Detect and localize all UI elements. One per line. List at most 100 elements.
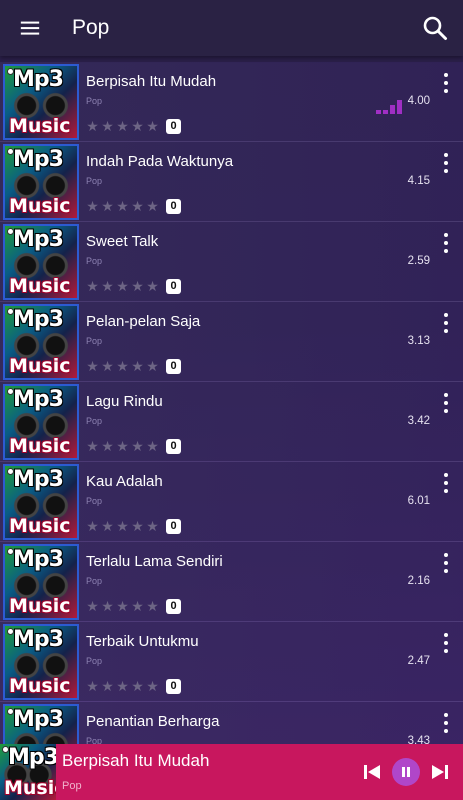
rating-stars[interactable]: ★ ★ ★ ★ ★ 0 — [85, 278, 181, 294]
rating-stars[interactable]: ★ ★ ★ ★ ★ 0 — [85, 358, 181, 374]
rating-star-icon[interactable]: ★ — [130, 278, 145, 294]
now-playing-title: Berpisah Itu Mudah — [62, 751, 210, 770]
more-options-icon[interactable] — [437, 630, 455, 656]
rating-star-icon[interactable]: ★ — [115, 358, 130, 374]
menu-icon — [20, 21, 40, 35]
song-list: Mp3 Music Berpisah Itu Mudah Pop ★ ★ ★ ★ ★ 0 4.00 M… — [0, 62, 463, 744]
pause-button[interactable] — [392, 758, 420, 786]
rating-count: 0 — [166, 278, 181, 294]
rating-star-icon[interactable]: ★ — [85, 198, 100, 214]
song-duration: 6.01 — [407, 495, 430, 507]
song-row[interactable]: Mp3 Music Indah Pada Waktunya Pop ★ ★ ★ ★ ★ 0 4.15 — [0, 142, 463, 222]
rating-stars[interactable]: ★ ★ ★ ★ ★ 0 — [85, 198, 181, 214]
rating-star-icon[interactable]: ★ — [145, 198, 160, 214]
now-playing-info: Berpisah Itu Mudah Pop — [56, 744, 355, 800]
album-art: Mp3Music — [3, 64, 79, 140]
search-button[interactable] — [407, 0, 463, 56]
rating-star-icon[interactable]: ★ — [115, 118, 130, 134]
song-row[interactable]: Mp3 Music Terlalu Lama Sendiri Pop ★ ★ ★ ★ ★ 0 2.1… — [0, 542, 463, 622]
rating-stars[interactable]: ★ ★ ★ ★ ★ 0 — [85, 118, 181, 134]
rating-star-icon[interactable]: ★ — [100, 438, 115, 454]
rating-star-icon[interactable]: ★ — [115, 598, 130, 614]
album-art: Mp3Music — [3, 624, 79, 700]
rating-star-icon[interactable]: ★ — [130, 598, 145, 614]
rating-star-icon[interactable]: ★ — [100, 518, 115, 534]
rating-star-icon[interactable]: ★ — [130, 358, 145, 374]
song-row[interactable]: Mp3Music Penantian BerhargaPop★★★★★03.43 — [0, 702, 463, 744]
rating-star-icon[interactable]: ★ — [100, 358, 115, 374]
rating-star-icon[interactable]: ★ — [85, 358, 100, 374]
next-button[interactable] — [423, 744, 457, 800]
rating-star-icon[interactable]: ★ — [145, 678, 160, 694]
skip-previous-icon — [364, 765, 380, 779]
song-genre: Pop — [86, 176, 103, 186]
rating-star-icon[interactable]: ★ — [145, 598, 160, 614]
rating-star-icon[interactable]: ★ — [85, 278, 100, 294]
song-genre: Pop — [86, 336, 103, 346]
album-art: Mp3Music — [3, 544, 79, 620]
rating-star-icon[interactable]: ★ — [85, 438, 100, 454]
rating-star-icon[interactable]: ★ — [145, 518, 160, 534]
rating-star-icon[interactable]: ★ — [145, 438, 160, 454]
rating-star-icon[interactable]: ★ — [85, 518, 100, 534]
more-options-icon[interactable] — [437, 710, 455, 736]
page-title: Pop — [72, 16, 110, 39]
album-art: Mp3Music — [3, 464, 79, 540]
album-art: Mp3Music — [3, 304, 79, 380]
rating-star-icon[interactable]: ★ — [115, 438, 130, 454]
album-art: Mp3Music — [3, 224, 79, 300]
menu-button[interactable] — [0, 0, 60, 56]
rating-count: 0 — [166, 438, 181, 454]
rating-star-icon[interactable]: ★ — [115, 278, 130, 294]
rating-star-icon[interactable]: ★ — [100, 198, 115, 214]
rating-star-icon[interactable]: ★ — [100, 118, 115, 134]
rating-star-icon[interactable]: ★ — [130, 198, 145, 214]
song-genre: Pop — [86, 656, 103, 666]
rating-star-icon[interactable]: ★ — [115, 518, 130, 534]
more-options-icon[interactable] — [437, 470, 455, 496]
more-options-icon[interactable] — [437, 310, 455, 336]
rating-star-icon[interactable]: ★ — [100, 678, 115, 694]
rating-stars[interactable]: ★ ★ ★ ★ ★ 0 — [85, 678, 181, 694]
song-row[interactable]: Mp3 Music Terbaik Untukmu Pop ★ ★ ★ ★ ★ 0 2.47 — [0, 622, 463, 702]
more-options-icon[interactable] — [437, 70, 455, 96]
album-art: Mp3Music — [3, 144, 79, 220]
rating-star-icon[interactable]: ★ — [85, 598, 100, 614]
song-row[interactable]: Mp3 Music Berpisah Itu Mudah Pop ★ ★ ★ ★ ★ 0 4.00 — [0, 62, 463, 142]
song-row[interactable]: Mp3 Music Kau Adalah Pop ★ ★ ★ ★ ★ 0 6.01 — [0, 462, 463, 542]
rating-star-icon[interactable]: ★ — [130, 118, 145, 134]
song-row[interactable]: Mp3 Music Lagu Rindu Pop ★ ★ ★ ★ ★ 0 3.42 — [0, 382, 463, 462]
rating-star-icon[interactable]: ★ — [85, 118, 100, 134]
rating-stars[interactable]: ★ ★ ★ ★ ★ 0 — [85, 598, 181, 614]
song-title: Penantian Berharga — [86, 713, 220, 730]
song-row[interactable]: Mp3 Music Sweet Talk Pop ★ ★ ★ ★ ★ 0 2.59 — [0, 222, 463, 302]
song-row[interactable]: Mp3 Music Pelan-pelan Saja Pop ★ ★ ★ ★ ★ 0 3.13 — [0, 302, 463, 382]
rating-stars[interactable]: ★ ★ ★ ★ ★ 0 — [85, 518, 181, 534]
more-options-icon[interactable] — [437, 150, 455, 176]
song-title: Sweet Talk — [86, 233, 159, 250]
search-icon — [423, 16, 447, 40]
rating-star-icon[interactable]: ★ — [145, 278, 160, 294]
more-options-icon[interactable] — [437, 390, 455, 416]
rating-star-icon[interactable]: ★ — [100, 598, 115, 614]
song-title: Terbaik Untukmu — [86, 633, 199, 650]
more-options-icon[interactable] — [437, 230, 455, 256]
previous-button[interactable] — [355, 744, 389, 800]
rating-star-icon[interactable]: ★ — [85, 678, 100, 694]
song-duration: 4.00 — [407, 95, 430, 107]
rating-stars[interactable]: ★ ★ ★ ★ ★ 0 — [85, 438, 181, 454]
rating-star-icon[interactable]: ★ — [100, 278, 115, 294]
rating-star-icon[interactable]: ★ — [145, 118, 160, 134]
rating-star-icon[interactable]: ★ — [115, 678, 130, 694]
rating-star-icon[interactable]: ★ — [130, 438, 145, 454]
rating-star-icon[interactable]: ★ — [130, 678, 145, 694]
rating-star-icon[interactable]: ★ — [130, 518, 145, 534]
more-options-icon[interactable] — [437, 550, 455, 576]
song-title: Kau Adalah — [86, 473, 163, 490]
rating-star-icon[interactable]: ★ — [145, 358, 160, 374]
song-genre: Pop — [86, 416, 103, 426]
now-playing-bar[interactable]: Mp3 Music Berpisah Itu Mudah Pop — [0, 744, 463, 800]
song-title: Terlalu Lama Sendiri — [86, 553, 223, 570]
song-genre: Pop — [86, 256, 103, 266]
rating-star-icon[interactable]: ★ — [115, 198, 130, 214]
